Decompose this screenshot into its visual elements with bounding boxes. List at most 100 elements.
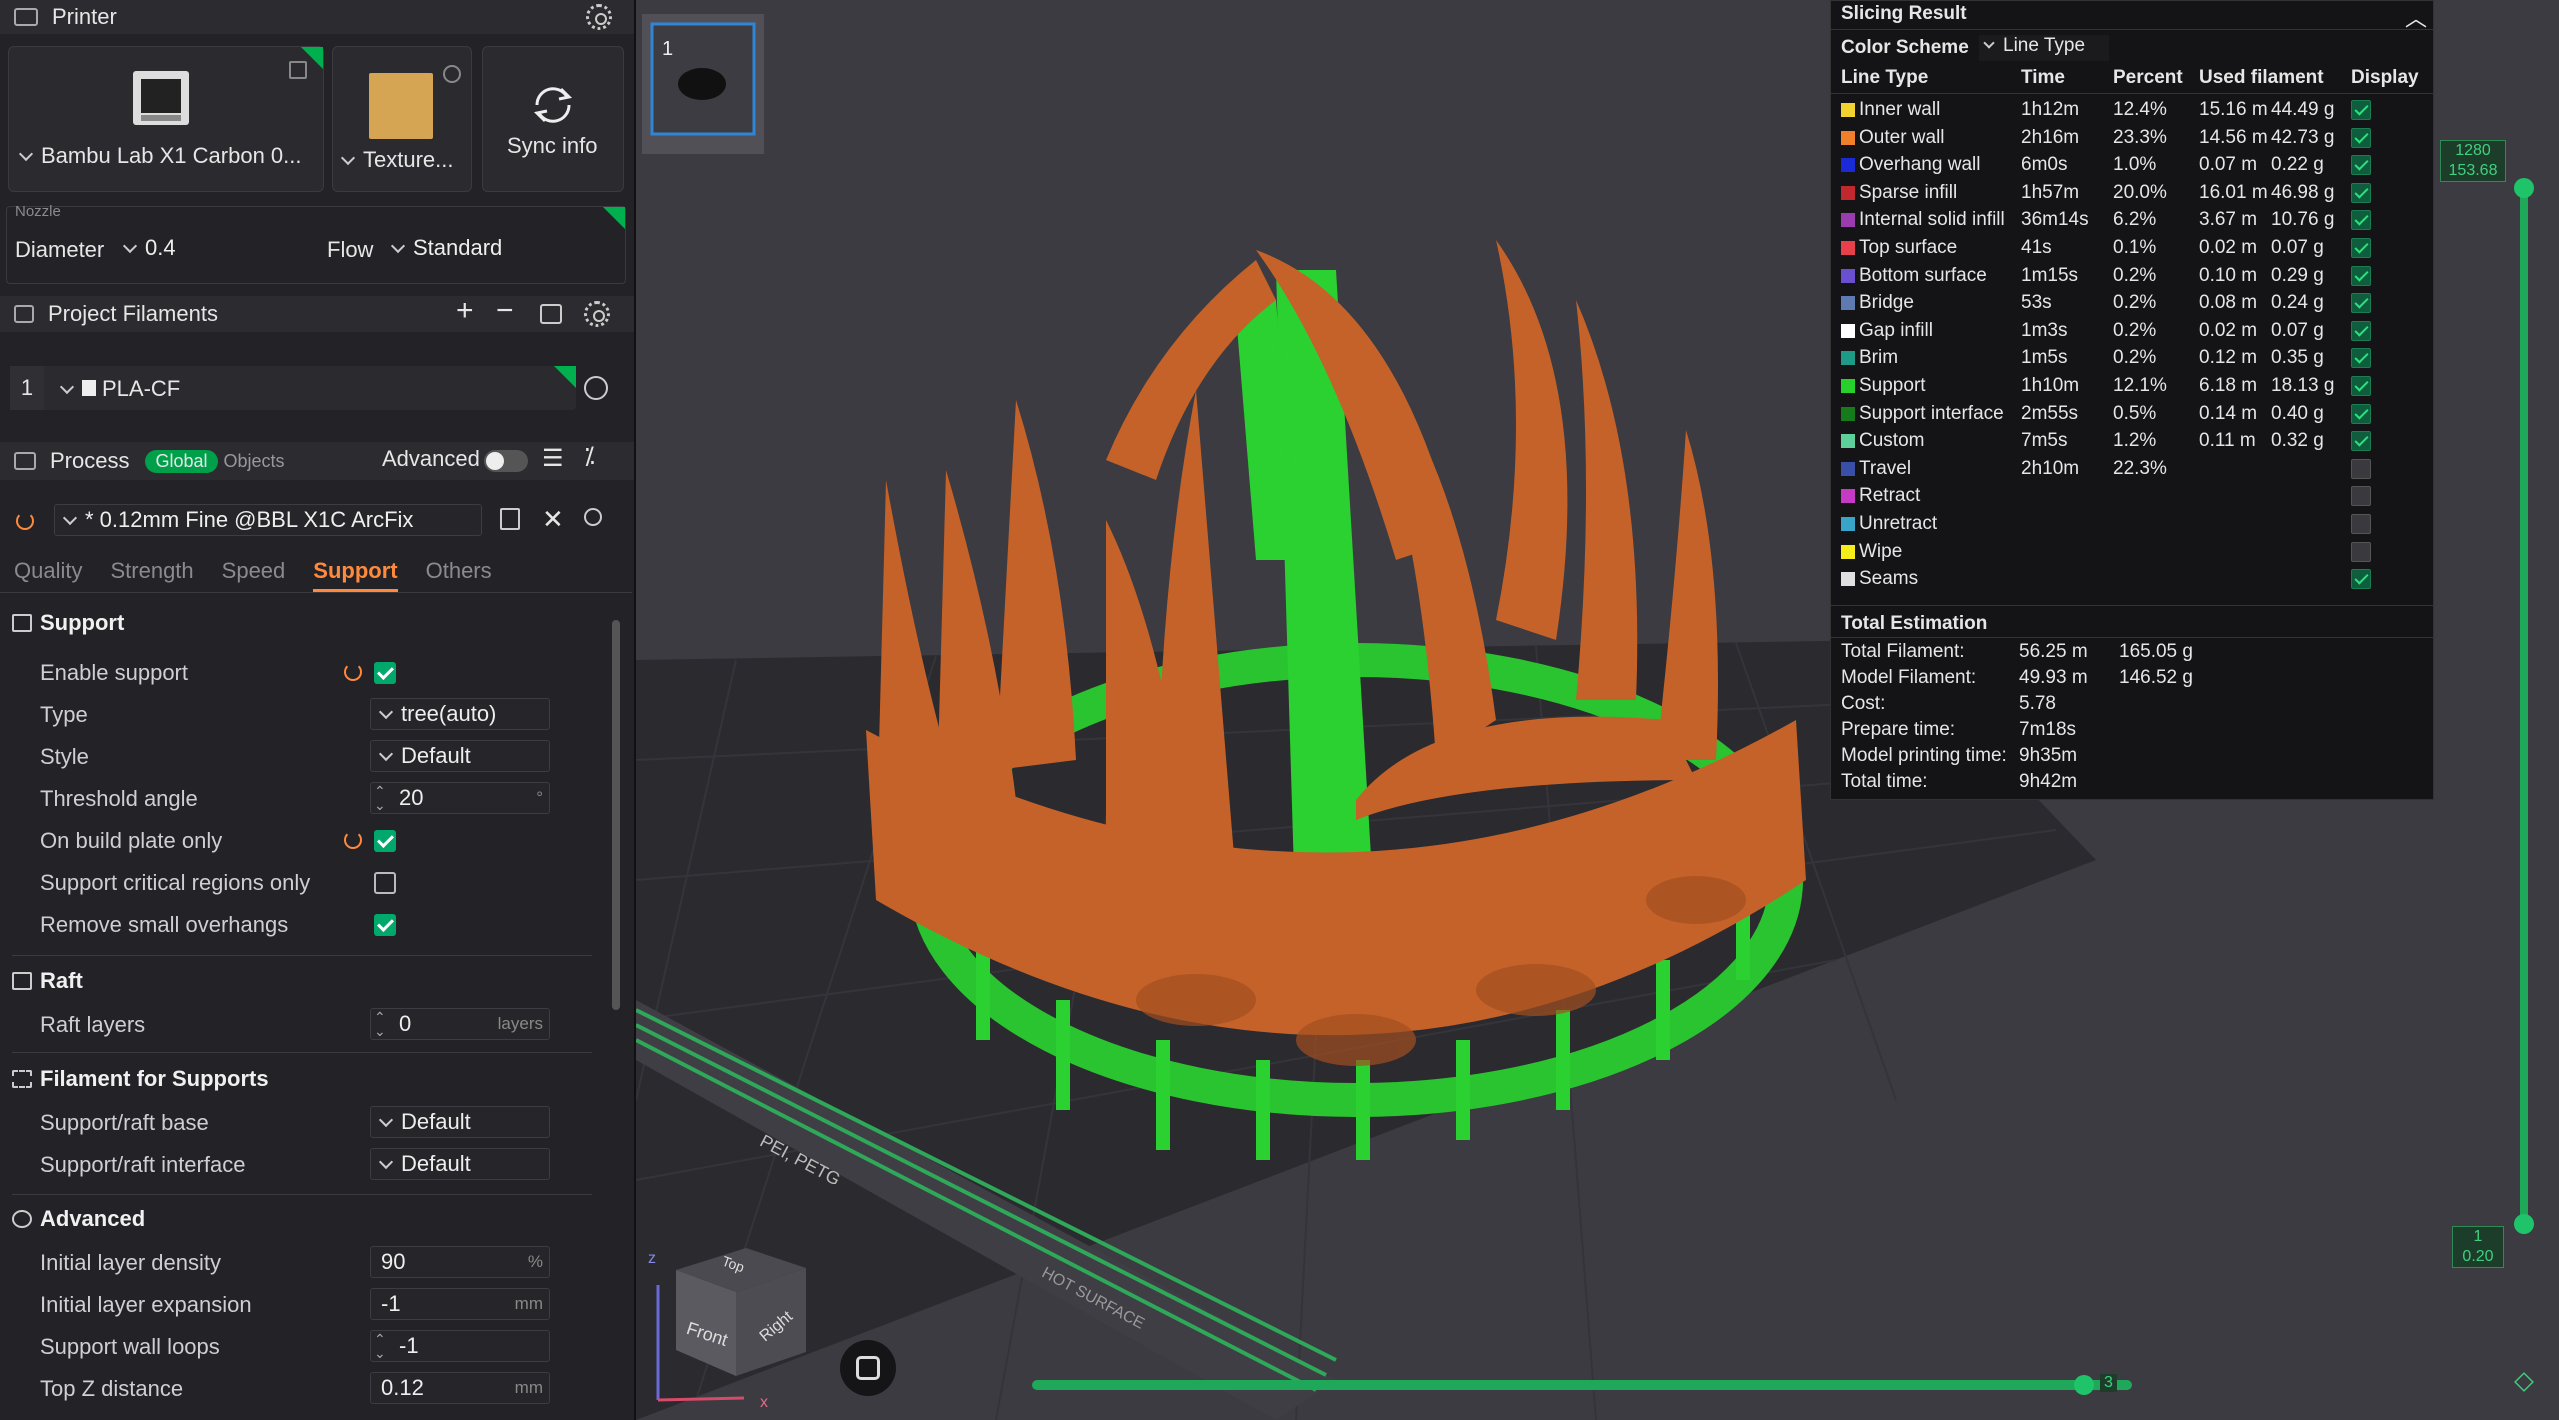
- tab-strength[interactable]: Strength: [110, 558, 193, 592]
- display-checkbox[interactable]: [2351, 320, 2371, 341]
- threshold-stepper-icon[interactable]: ⌃ ⌄: [374, 784, 386, 812]
- printer-select-card[interactable]: Bambu Lab X1 Carbon 0...: [8, 46, 324, 192]
- color-scheme-select[interactable]: Line Type: [1979, 35, 2109, 61]
- remove-filament-icon[interactable]: −: [496, 294, 514, 328]
- display-checkbox[interactable]: [2351, 486, 2371, 507]
- raft-stepper-icon[interactable]: ⌃ ⌄: [374, 1010, 386, 1038]
- plate-thumbnail-icon: [369, 73, 433, 139]
- line-type-len: 3.67 m: [2199, 209, 2258, 231]
- remove-small-overhangs-checkbox[interactable]: [374, 914, 396, 936]
- initial-layer-expansion-input[interactable]: -1 mm: [370, 1288, 550, 1320]
- vertical-slider-track[interactable]: [2520, 180, 2528, 1230]
- info-icon[interactable]: [443, 65, 461, 83]
- display-checkbox[interactable]: [2351, 100, 2371, 120]
- threshold-angle-row: Threshold angle 20 ° ⌃ ⌄: [0, 778, 620, 820]
- objects-toggle[interactable]: Objects: [224, 451, 285, 472]
- line-type-time: 1m5s: [2021, 347, 2068, 369]
- filament-slot-1[interactable]: 1 PLA-CF: [10, 366, 576, 410]
- display-checkbox[interactable]: [2351, 155, 2371, 176]
- process-preset-select[interactable]: * 0.12mm Fine @BBL X1C ArcFix: [54, 504, 482, 536]
- filament-sync-icon[interactable]: [540, 304, 562, 324]
- display-checkbox[interactable]: [2351, 348, 2371, 369]
- line-type-name: Retract: [1859, 485, 1921, 507]
- line-type-len: 0.02 m: [2199, 237, 2258, 258]
- display-checkbox[interactable]: [2351, 403, 2371, 424]
- horizontal-slider-thumb[interactable]: [2074, 1375, 2094, 1395]
- line-type-weight: 18.13 g: [2271, 375, 2335, 396]
- support-base-select[interactable]: Default: [370, 1106, 550, 1138]
- display-checkbox[interactable]: [2351, 265, 2371, 286]
- line-type-row: Support interface 2m55s 0.5% 0.14 m 0.40 g: [1831, 401, 2435, 428]
- critical-regions-checkbox[interactable]: [374, 872, 396, 894]
- advanced-toggle[interactable]: [484, 450, 528, 472]
- line-type-row: Custom 7m5s 1.2% 0.11 m 0.32 g: [1831, 428, 2435, 455]
- vertical-slider-bottom-thumb[interactable]: [2514, 1214, 2534, 1234]
- line-type-swatch: [1841, 158, 1855, 173]
- tab-others[interactable]: Others: [426, 558, 492, 592]
- raft-layers-input[interactable]: 0 layers: [370, 1008, 550, 1040]
- threshold-angle-input[interactable]: 20 °: [370, 782, 550, 814]
- support-style-select[interactable]: Default: [370, 740, 550, 772]
- flow-select[interactable]: Standard: [383, 233, 611, 265]
- diameter-select[interactable]: 0.4: [115, 233, 321, 265]
- line-type-row: Unretract: [1831, 511, 2435, 538]
- list-icon[interactable]: ☰: [542, 444, 564, 473]
- top-z-distance-input[interactable]: 0.12 mm: [370, 1372, 550, 1404]
- support-interface-select[interactable]: Default: [370, 1148, 550, 1180]
- save-preset-icon[interactable]: [500, 508, 520, 530]
- line-type-time: 1h12m: [2021, 99, 2080, 120]
- build-plate-only-checkbox[interactable]: [374, 830, 396, 852]
- global-toggle[interactable]: Global: [145, 449, 218, 473]
- tab-speed[interactable]: Speed: [222, 558, 286, 592]
- plate-type-card[interactable]: Texture...: [332, 46, 472, 192]
- display-checkbox[interactable]: [2351, 182, 2371, 203]
- reset-build-plate-only-icon[interactable]: [344, 831, 362, 849]
- support-wall-loops-input[interactable]: -1: [370, 1330, 550, 1362]
- display-checkbox[interactable]: [2351, 431, 2371, 452]
- line-type-row: Inner wall 1h12m 12.4% 15.16 m 44.49 g: [1831, 97, 2435, 124]
- wall-loops-stepper-icon[interactable]: ⌃ ⌄: [374, 1332, 386, 1360]
- display-checkbox[interactable]: [2351, 569, 2371, 590]
- tab-quality[interactable]: Quality: [14, 558, 82, 592]
- search-icon[interactable]: [584, 508, 602, 526]
- nozzle-synced-marker: [603, 207, 625, 229]
- add-filament-icon[interactable]: +: [456, 294, 474, 328]
- display-checkbox[interactable]: [2351, 238, 2371, 258]
- line-type-swatch: [1841, 130, 1855, 145]
- display-checkbox[interactable]: [2351, 127, 2371, 148]
- display-checkbox[interactable]: [2351, 376, 2371, 396]
- support-type-select[interactable]: tree(auto): [370, 698, 550, 730]
- vertical-slider-top-thumb[interactable]: [2514, 178, 2534, 198]
- tab-support[interactable]: Support: [313, 558, 398, 592]
- compare-icon[interactable]: ⁒: [584, 442, 595, 471]
- build-plate-only-label: On build plate only: [40, 828, 223, 853]
- close-preset-icon[interactable]: ✕: [542, 504, 564, 535]
- horizontal-slider-track[interactable]: [1032, 1380, 2132, 1390]
- bottom-layer-number: 1: [2473, 1228, 2483, 1245]
- display-checkbox[interactable]: [2351, 541, 2371, 562]
- display-checkbox[interactable]: [2351, 210, 2371, 231]
- remove-small-overhangs-row: Remove small overhangs: [0, 904, 620, 946]
- color-scheme-label: Color Scheme: [1841, 37, 1969, 58]
- sync-info-button[interactable]: Sync info: [482, 46, 624, 192]
- screenshot-button[interactable]: [840, 1340, 896, 1396]
- line-type-name: Top surface: [1859, 237, 1958, 258]
- display-checkbox[interactable]: [2351, 458, 2371, 479]
- display-checkbox[interactable]: [2351, 293, 2371, 314]
- edit-printer-icon[interactable]: [289, 61, 307, 79]
- nozzle-label: Nozzle: [15, 203, 61, 220]
- printer-settings-icon[interactable]: [586, 4, 612, 30]
- filament-settings-icon[interactable]: [584, 301, 610, 327]
- display-checkbox[interactable]: [2351, 514, 2371, 534]
- line-type-swatch: [1841, 296, 1855, 311]
- reset-enable-support-icon[interactable]: [344, 663, 362, 681]
- line-type-len: 0.08 m: [2199, 292, 2258, 314]
- enable-support-checkbox[interactable]: [374, 662, 396, 684]
- total-label: Prepare time:: [1841, 719, 1956, 740]
- filament-more-icon[interactable]: [584, 376, 608, 400]
- initial-layer-density-input[interactable]: 90%: [370, 1246, 550, 1278]
- filament-icon: [14, 305, 34, 323]
- line-type-swatch: [1841, 461, 1855, 476]
- support-wall-loops-label: Support wall loops: [40, 1334, 220, 1359]
- plate-thumb-model: [678, 68, 726, 100]
